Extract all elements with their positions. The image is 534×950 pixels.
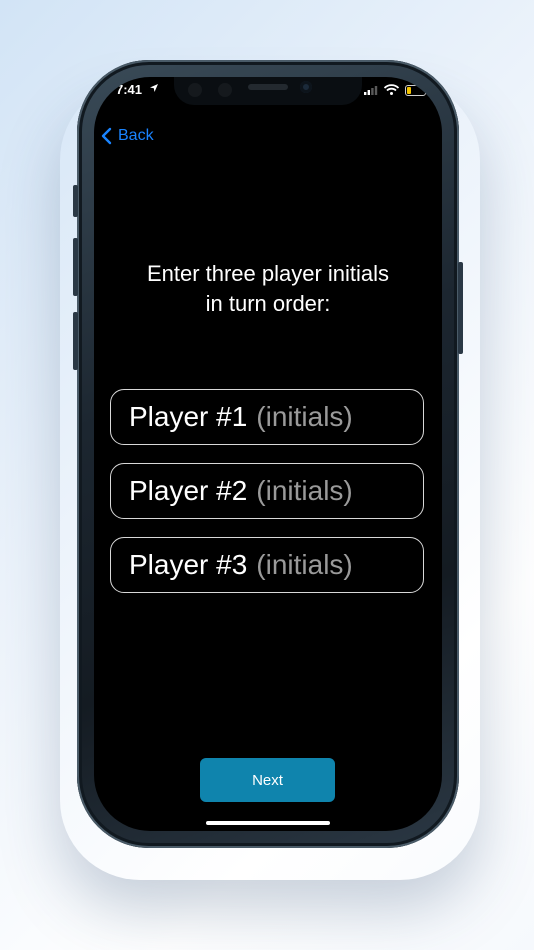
volume-down-button — [73, 312, 78, 370]
sensor-dot — [188, 83, 202, 97]
chevron-left-icon — [101, 127, 112, 145]
player-3-placeholder: (initials) — [256, 549, 353, 580]
player-2-placeholder: (initials) — [256, 475, 353, 506]
location-arrow-icon — [150, 84, 158, 92]
home-indicator[interactable] — [206, 821, 330, 825]
volume-up-button — [73, 238, 78, 296]
player-1-placeholder: (initials) — [256, 401, 353, 432]
player-3-label: Player #3 — [129, 549, 248, 580]
player-1-label: Player #1 — [129, 401, 248, 432]
next-button[interactable]: Next — [200, 758, 335, 802]
player-2-input[interactable]: Player #2 (initials) — [110, 463, 424, 519]
instruction-text: Enter three player initials in turn orde… — [146, 261, 390, 316]
status-time: 7:41 — [116, 82, 143, 97]
power-button — [458, 262, 463, 354]
player-2-label: Player #2 — [129, 475, 248, 506]
player-1-input[interactable]: Player #1 (initials) — [110, 389, 424, 445]
front-camera — [300, 81, 312, 93]
app-screen: 7:41 Back Enter three player initials in… — [94, 77, 442, 831]
earpiece-speaker — [248, 84, 288, 90]
back-label: Back — [118, 127, 154, 144]
battery-icon — [405, 85, 429, 96]
signal-icon — [364, 86, 378, 95]
wifi-icon — [384, 84, 399, 95]
sensor-dot — [218, 83, 232, 97]
back-button[interactable]: Back — [101, 127, 154, 145]
mute-switch — [73, 185, 78, 217]
player-3-input[interactable]: Player #3 (initials) — [110, 537, 424, 593]
notch — [174, 77, 362, 105]
